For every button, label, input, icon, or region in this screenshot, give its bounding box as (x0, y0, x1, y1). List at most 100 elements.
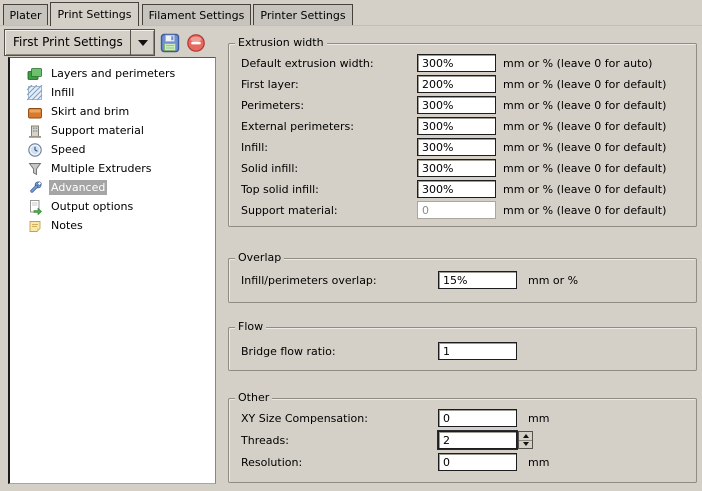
setting-label: External perimeters: (241, 117, 354, 136)
spin-up-icon (523, 434, 529, 438)
setting-label: Perimeters: (241, 96, 304, 115)
setting-row: Resolution: mm (229, 453, 696, 472)
chevron-down-icon (138, 40, 148, 46)
group-overlap: OverlapInfill/perimeters overlap:mm or % (228, 258, 697, 303)
setting-row: First layer: mm or % (leave 0 for default… (229, 75, 696, 94)
setting-row: Bridge flow ratio: (229, 342, 696, 361)
setting-label: Infill/perimeters overlap: (241, 271, 377, 290)
delete-preset-button[interactable] (186, 33, 206, 53)
notes-icon (27, 218, 43, 234)
sidebar-item-label: Support material (49, 123, 146, 138)
sidebar-item-label: Infill (49, 85, 76, 100)
group-title: Flow (235, 320, 266, 333)
tab-label: Printer Settings (260, 9, 345, 22)
infill-icon (27, 85, 43, 101)
group-title: Extrusion width (235, 36, 327, 49)
input-infill-perimeters-overlap[interactable] (438, 271, 517, 289)
sidebar-item-label: Layers and perimeters (49, 66, 177, 81)
preset-select[interactable]: First Print Settings (4, 29, 155, 56)
setting-unit-note: mm or % (leave 0 for auto) (503, 54, 652, 73)
setting-row: Top solid infill:mm or % (leave 0 for de… (229, 180, 696, 199)
setting-label: Resolution: (241, 453, 302, 472)
input-perimeters[interactable] (417, 96, 496, 114)
input-solid-infill[interactable] (417, 159, 496, 177)
sidebar-item-output-options[interactable]: Output options (10, 197, 215, 216)
setting-label: Default extrusion width: (241, 54, 374, 73)
sidebar-item-multiple-extruders[interactable]: Multiple Extruders (10, 159, 215, 178)
setting-label: First layer: (241, 75, 299, 94)
group-other: OtherXY Size Compensation:mmThreads:Reso… (228, 398, 697, 483)
output-icon (27, 199, 43, 215)
spin-up-button[interactable] (519, 432, 532, 441)
group-title: Overlap (235, 251, 284, 264)
sidebar-item-label: Advanced (49, 180, 107, 195)
setting-label: XY Size Compensation: (241, 409, 368, 428)
input-xy-size-compensation[interactable] (438, 409, 517, 427)
preset-select-value: First Print Settings (13, 30, 123, 55)
input-first-layer[interactable] (417, 75, 496, 93)
group-flow: FlowBridge flow ratio: (228, 327, 697, 371)
sidebar-item-layers-and-perimeters[interactable]: Layers and perimeters (10, 64, 215, 83)
input-support-material (417, 201, 496, 219)
tab-plater[interactable]: Plater (3, 4, 48, 25)
tab-printer-settings[interactable]: Printer Settings (253, 4, 353, 25)
setting-row: External perimeters:mm or % (leave 0 for… (229, 117, 696, 136)
sidebar-item-label: Notes (49, 218, 85, 233)
sidebar-item-speed[interactable]: Speed (10, 140, 215, 159)
setting-label: Threads: (241, 431, 289, 450)
input-external-perimeters[interactable] (417, 117, 496, 135)
setting-row: Infill/perimeters overlap: mm or % (229, 271, 696, 290)
settings-tree: Layers and perimeters Infill Skirt and b… (8, 57, 216, 484)
tab-label: Filament Settings (149, 9, 245, 22)
save-preset-button[interactable] (160, 33, 180, 53)
setting-unit-note: mm or % (leave 0 for default) (503, 201, 666, 220)
setting-label: Support material: (241, 201, 338, 220)
setting-unit-note: mm or % (leave 0 for default) (503, 138, 666, 157)
setting-row: Perimeters: mm or % (leave 0 for default) (229, 96, 696, 115)
setting-label: Top solid infill: (241, 180, 319, 199)
setting-row: Threads: (229, 431, 696, 450)
setting-unit-note: mm (528, 453, 549, 472)
setting-row: Solid infill:mm or % (leave 0 for defaul… (229, 159, 696, 178)
input-threads[interactable] (438, 431, 517, 449)
layers-icon (27, 66, 43, 82)
sidebar-item-label: Speed (49, 142, 87, 157)
spin-down-button[interactable] (519, 441, 532, 449)
skirt-icon (27, 104, 43, 120)
setting-unit-note: mm or % (528, 271, 578, 290)
tab-filament-settings[interactable]: Filament Settings (142, 4, 251, 25)
input-bridge-flow-ratio[interactable] (438, 342, 517, 360)
slic3r-window: Plater Print Settings Filament Settings Pri… (0, 0, 702, 491)
delete-icon (186, 33, 206, 53)
setting-unit-note: mm (528, 409, 549, 428)
setting-unit-note: mm or % (leave 0 for default) (503, 75, 666, 94)
setting-row: Support material: mm or % (leave 0 for de… (229, 201, 696, 220)
input-resolution[interactable] (438, 453, 517, 471)
threads-spinner (518, 431, 533, 449)
tab-label: Print Settings (58, 8, 132, 21)
input-infill[interactable] (417, 138, 496, 156)
setting-unit-note: mm or % (leave 0 for default) (503, 96, 666, 115)
tab-print-settings[interactable]: Print Settings (50, 2, 139, 26)
wrench-icon (27, 180, 43, 196)
extruders-icon (27, 161, 43, 177)
sidebar-item-notes[interactable]: Notes (10, 216, 215, 235)
tab-bar: Plater Print Settings Filament Settings Pri… (0, 0, 702, 26)
sidebar-item-label: Output options (49, 199, 135, 214)
input-default-extrusion-width[interactable] (417, 54, 496, 72)
sidebar-item-label: Multiple Extruders (49, 161, 153, 176)
sidebar-item-label: Skirt and brim (49, 104, 131, 119)
save-icon (160, 33, 180, 53)
input-top-solid-infill[interactable] (417, 180, 496, 198)
preset-dropdown-button[interactable] (130, 30, 154, 55)
setting-row: Default extrusion width: mm or % (leave 0… (229, 54, 696, 73)
sidebar-item-support-material[interactable]: Support material (10, 121, 215, 140)
tab-label: Plater (9, 9, 41, 22)
sidebar-item-infill[interactable]: Infill (10, 83, 215, 102)
sidebar-item-skirt-and-brim[interactable]: Skirt and brim (10, 102, 215, 121)
setting-row: Infill:mm or % (leave 0 for default) (229, 138, 696, 157)
setting-row: XY Size Compensation: mm (229, 409, 696, 428)
setting-label: Bridge flow ratio: (241, 342, 336, 361)
speed-icon (27, 142, 43, 158)
sidebar-item-advanced[interactable]: Advanced (10, 178, 215, 197)
